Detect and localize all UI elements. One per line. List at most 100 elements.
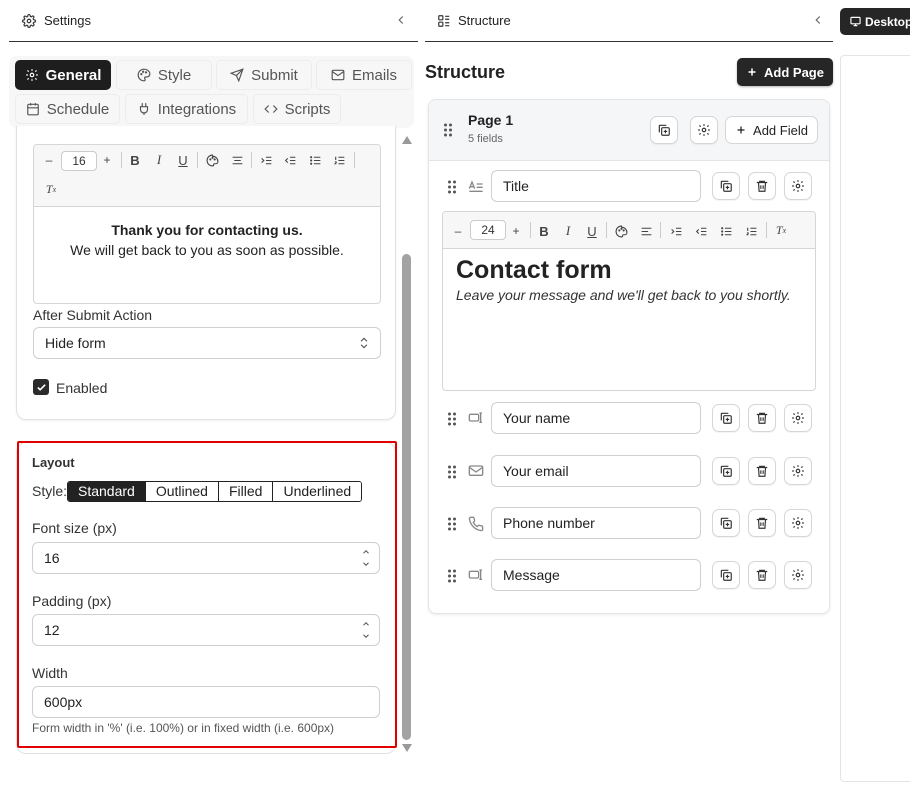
decrease-size-icon[interactable]: – <box>42 153 56 167</box>
tab-integrations[interactable]: Integrations <box>125 94 248 124</box>
tab-schedule[interactable]: Schedule <box>15 94 120 124</box>
clear-format-icon[interactable]: Tx <box>44 182 58 196</box>
duplicate-field-button[interactable] <box>712 404 740 432</box>
field-settings-button[interactable] <box>784 561 812 589</box>
increase-size-icon[interactable]: + <box>100 153 114 167</box>
editor-content[interactable]: Contact form Leave your message and we'l… <box>443 249 815 311</box>
outdent-icon[interactable] <box>283 153 297 167</box>
decrease-size-icon[interactable]: – <box>451 224 465 238</box>
bold-icon[interactable]: B <box>128 153 142 168</box>
delete-field-button[interactable] <box>748 457 776 485</box>
field-input-row[interactable]: Phone number <box>491 507 701 539</box>
padding-input[interactable]: 12 <box>32 614 380 646</box>
duplicate-field-button[interactable] <box>712 509 740 537</box>
drag-handle-icon[interactable] <box>447 465 457 479</box>
bullet-list-icon[interactable] <box>308 153 322 167</box>
font-size-box[interactable]: 16 <box>61 151 97 171</box>
field-settings-button[interactable] <box>784 404 812 432</box>
chevron-down-icon[interactable] <box>357 558 375 570</box>
chevron-up-icon[interactable] <box>357 546 375 558</box>
chevron-left-icon[interactable] <box>811 13 825 27</box>
form-heading: Contact form <box>456 256 612 284</box>
success-message-editor[interactable]: – 16 + B I U Tx Thank you for contacting… <box>33 144 381 304</box>
page-name: Page 1 <box>468 112 514 128</box>
chevron-up-icon[interactable] <box>357 618 375 630</box>
chevron-left-icon[interactable] <box>394 13 408 27</box>
chevron-down-icon[interactable] <box>357 630 375 642</box>
field-settings-button[interactable] <box>784 509 812 537</box>
title-content-editor[interactable]: – 24 + B I U Tx Contact form Leave your … <box>442 211 816 391</box>
duplicate-field-button[interactable] <box>712 561 740 589</box>
scrollbar-thumb[interactable] <box>402 254 411 740</box>
enabled-label: Enabled <box>56 380 108 396</box>
palette-icon[interactable] <box>614 224 628 238</box>
device-desktop-button[interactable]: Desktop <box>840 8 910 35</box>
layout-card: Layout Style: Standard Outlined Filled U… <box>16 442 396 754</box>
width-input[interactable]: 600px <box>32 686 380 718</box>
delete-field-button[interactable] <box>748 561 776 589</box>
page-field-count: 5 fields <box>468 133 503 145</box>
underline-icon[interactable]: U <box>176 153 190 168</box>
drag-handle-icon[interactable] <box>447 412 457 426</box>
increase-size-icon[interactable]: + <box>509 224 523 238</box>
add-field-button[interactable]: Add Field <box>725 116 818 144</box>
drag-handle-icon[interactable] <box>443 123 453 137</box>
field-input-row[interactable]: Message <box>491 559 701 591</box>
style-segmented-control: Standard Outlined Filled Underlined <box>67 481 363 502</box>
outdent-icon[interactable] <box>694 224 708 238</box>
style-option-standard[interactable]: Standard <box>68 482 145 501</box>
indent-icon[interactable] <box>259 153 273 167</box>
tab-submit[interactable]: Submit <box>216 60 312 90</box>
delete-field-button[interactable] <box>748 404 776 432</box>
tab-style[interactable]: Style <box>116 60 212 90</box>
clear-format-icon[interactable]: Tx <box>774 223 788 237</box>
field-settings-button[interactable] <box>784 172 812 200</box>
bullet-list-icon[interactable] <box>719 224 733 238</box>
gear-icon <box>792 412 804 424</box>
indent-icon[interactable] <box>669 224 683 238</box>
style-option-filled[interactable]: Filled <box>217 482 273 501</box>
scroll-down-icon[interactable] <box>402 744 412 752</box>
tab-emails[interactable]: Emails <box>316 60 412 90</box>
field-input-row[interactable]: Your email <box>491 455 701 487</box>
send-icon <box>230 68 244 82</box>
drag-handle-icon[interactable] <box>447 517 457 531</box>
numbered-list-icon[interactable] <box>332 153 346 167</box>
duplicate-page-button[interactable] <box>650 116 678 144</box>
style-option-underlined[interactable]: Underlined <box>272 482 362 501</box>
copy-icon <box>720 412 732 424</box>
underline-icon[interactable]: U <box>585 224 599 239</box>
bold-icon[interactable]: B <box>537 224 551 239</box>
after-submit-select[interactable]: Hide form <box>33 327 381 359</box>
align-icon[interactable] <box>639 224 653 238</box>
italic-icon[interactable]: I <box>561 223 575 238</box>
editor-content[interactable]: Thank you for contacting us. We will get… <box>34 207 380 260</box>
duplicate-field-button[interactable] <box>712 457 740 485</box>
style-option-outlined[interactable]: Outlined <box>144 482 218 501</box>
form-subtitle: Leave your message and we'll get back to… <box>456 287 791 303</box>
drag-handle-icon[interactable] <box>447 569 457 583</box>
duplicate-field-button[interactable] <box>712 172 740 200</box>
palette-icon[interactable] <box>205 153 219 167</box>
tab-scripts[interactable]: Scripts <box>253 94 341 124</box>
tab-general[interactable]: General <box>15 60 111 90</box>
copy-icon <box>658 124 670 136</box>
delete-field-button[interactable] <box>748 509 776 537</box>
success-text: We will get back to you as soon as possi… <box>70 242 344 258</box>
width-label: Width <box>32 665 68 681</box>
field-settings-button[interactable] <box>784 457 812 485</box>
font-size-box[interactable]: 24 <box>470 220 506 240</box>
numbered-list-icon[interactable] <box>744 224 758 238</box>
page-settings-button[interactable] <box>690 116 718 144</box>
drag-handle-icon[interactable] <box>447 180 457 194</box>
delete-field-button[interactable] <box>748 172 776 200</box>
italic-icon[interactable]: I <box>152 152 166 167</box>
editor-toolbar: – 24 + B I U Tx <box>443 212 815 249</box>
field-input-row[interactable]: Your name <box>491 402 701 434</box>
align-icon[interactable] <box>230 153 244 167</box>
enabled-checkbox[interactable] <box>33 379 49 395</box>
scroll-up-icon[interactable] <box>402 136 412 144</box>
title-field[interactable]: Title <box>491 170 701 202</box>
add-page-button[interactable]: Add Page <box>737 58 833 86</box>
font-size-input[interactable]: 16 <box>32 542 380 574</box>
